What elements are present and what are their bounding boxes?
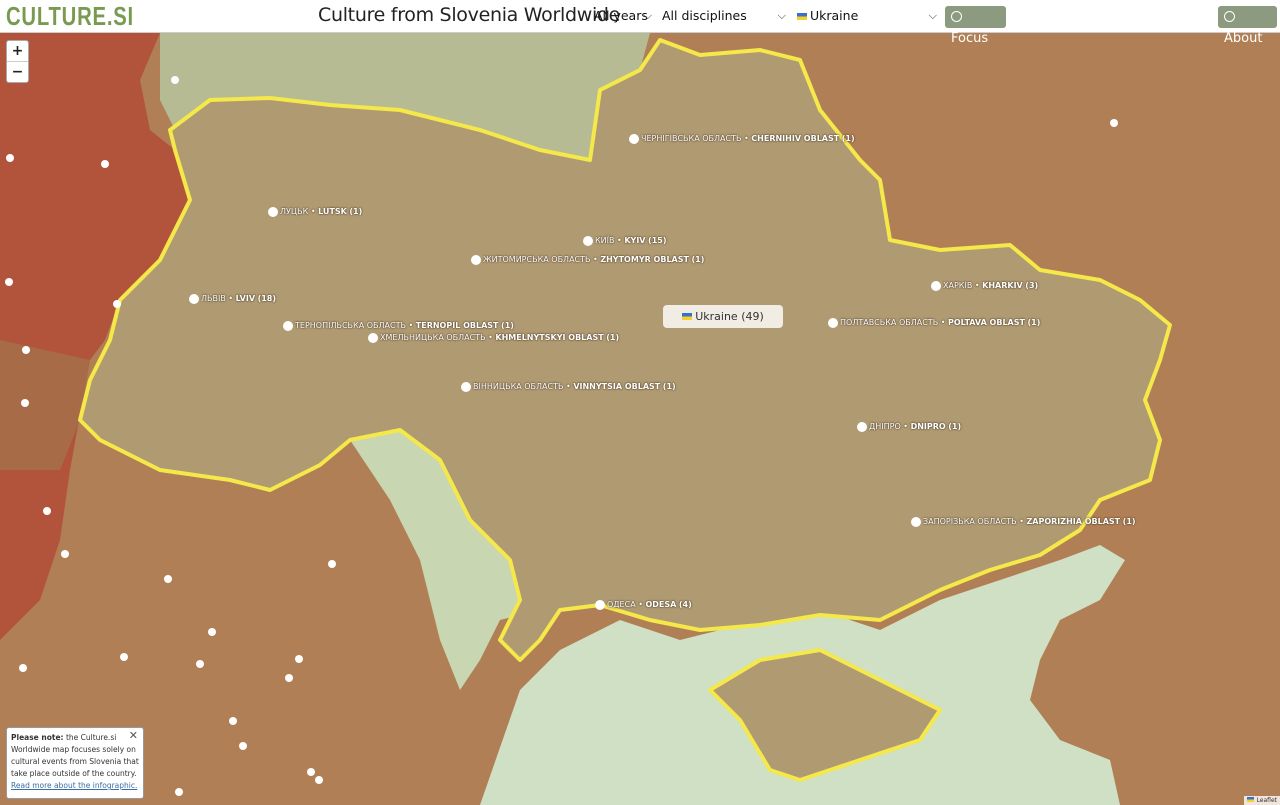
marker-label[interactable]: КИЇВ • KYIV (15) [595, 236, 667, 245]
event-dot[interactable] [295, 655, 303, 663]
event-dot[interactable] [5, 278, 13, 286]
year-select[interactable]: All years ⌵ [594, 5, 654, 27]
city-marker[interactable] [629, 134, 639, 144]
city-marker[interactable] [471, 255, 481, 265]
info-icon [1224, 11, 1235, 22]
event-dot[interactable] [208, 628, 216, 636]
event-dot[interactable] [120, 653, 128, 661]
country-select[interactable]: Ukraine ⌵ [797, 5, 939, 27]
chevron-down-icon: ⌵ [643, 9, 652, 22]
marker-label[interactable]: ВІННИЦЬКА ОБЛАСТЬ • VINNYTSIA OBLAST (1) [473, 382, 676, 391]
chevron-down-icon: ⌵ [928, 9, 937, 22]
event-dot[interactable] [21, 399, 29, 407]
city-marker[interactable] [857, 422, 867, 432]
city-marker[interactable] [461, 382, 471, 392]
map-attribution[interactable]: Leaflet [1243, 796, 1280, 805]
event-dot[interactable] [229, 717, 237, 725]
city-marker[interactable] [189, 294, 199, 304]
zoom-control: + − [6, 40, 29, 83]
event-dot[interactable] [61, 550, 69, 558]
marker-label[interactable]: ДНІПРО • DNIPRO (1) [869, 422, 961, 431]
event-dot[interactable] [164, 575, 172, 583]
note-bold: Please note: [11, 733, 64, 742]
event-dot[interactable] [43, 507, 51, 515]
event-dot[interactable] [6, 154, 14, 162]
info-note: ✕ Please note: the Culture.si Worldwide … [6, 727, 144, 799]
about-button[interactable]: About [1218, 6, 1277, 46]
country-select-value: Ukraine [810, 8, 859, 23]
city-marker[interactable] [368, 333, 378, 343]
event-dot[interactable] [285, 674, 293, 682]
chevron-down-icon: ⌵ [777, 9, 786, 22]
city-marker[interactable] [828, 318, 838, 328]
year-select-value: All years [594, 8, 648, 23]
marker-label[interactable]: ОДЕСА • ODESA (4) [607, 600, 692, 609]
marker-label[interactable]: ПОЛТАВСЬКА ОБЛАСТЬ • POLTAVA OBLAST (1) [840, 318, 1040, 327]
city-marker[interactable] [583, 236, 593, 246]
marker-label[interactable]: ЖИТОМИРСЬКА ОБЛАСТЬ • ZHYTOMYR OBLAST (1… [483, 255, 704, 264]
city-marker[interactable] [911, 517, 921, 527]
map-canvas[interactable] [0, 33, 1280, 805]
marker-label[interactable]: ХАРКІВ • KHARKIV (3) [943, 281, 1038, 290]
event-dot[interactable] [307, 768, 315, 776]
marker-label[interactable]: ТЕРНОПІЛЬСЬКА ОБЛАСТЬ • TERNOPIL OBLAST … [295, 321, 514, 330]
page-title: Culture from Slovenia Worldwide [318, 4, 621, 26]
focus-button[interactable]: Focus [945, 6, 1006, 46]
discipline-select[interactable]: All disciplines ⌵ [662, 5, 788, 27]
country-count-label: Ukraine (49) [695, 310, 764, 323]
marker-label[interactable]: ЗАПОРІЗЬКА ОБЛАСТЬ • ZAPORIZHIA OBLAST (… [923, 517, 1136, 526]
ukraine-flag-icon [682, 313, 693, 320]
event-dot[interactable] [315, 776, 323, 784]
discipline-select-value: All disciplines [662, 8, 747, 23]
city-marker[interactable] [283, 321, 293, 331]
focus-button-label: Focus [951, 31, 989, 46]
event-dot[interactable] [1110, 119, 1118, 127]
close-icon[interactable]: ✕ [129, 730, 138, 742]
about-button-label: About [1224, 31, 1263, 46]
event-dot[interactable] [171, 76, 179, 84]
zoom-in-button[interactable]: + [7, 41, 28, 61]
country-count-badge[interactable]: Ukraine (49) [663, 305, 783, 328]
marker-label[interactable]: ХМЕЛЬНИЦЬКА ОБЛАСТЬ • KHMELNYTSKYI OBLAS… [380, 333, 619, 342]
city-marker[interactable] [268, 207, 278, 217]
city-marker[interactable] [931, 281, 941, 291]
event-dot[interactable] [101, 160, 109, 168]
event-dot[interactable] [113, 300, 121, 308]
event-dot[interactable] [175, 788, 183, 796]
attribution-text[interactable]: Leaflet [1257, 797, 1277, 804]
ukraine-flag-icon [1246, 797, 1254, 802]
event-dot[interactable] [328, 560, 336, 568]
marker-label[interactable]: ЧЕРНІГІВСЬКА ОБЛАСТЬ • CHERNIHIV OBLAST … [641, 134, 855, 143]
top-bar: CULTURE.SI Culture from Slovenia Worldwi… [0, 0, 1280, 46]
marker-label[interactable]: ЛЬВІВ • LVIV (18) [201, 294, 276, 303]
event-dot[interactable] [239, 742, 247, 750]
site-logo[interactable]: CULTURE.SI [6, 3, 134, 29]
zoom-out-button[interactable]: − [7, 61, 28, 82]
event-dot[interactable] [19, 664, 27, 672]
event-dot[interactable] [196, 660, 204, 668]
crosshair-icon [951, 11, 962, 22]
note-link[interactable]: Read more about the infographic. [11, 781, 137, 790]
marker-label[interactable]: ЛУЦЬК • LUTSK (1) [280, 207, 362, 216]
city-marker[interactable] [595, 600, 605, 610]
event-dot[interactable] [22, 346, 30, 354]
ukraine-flag-icon [797, 13, 807, 20]
